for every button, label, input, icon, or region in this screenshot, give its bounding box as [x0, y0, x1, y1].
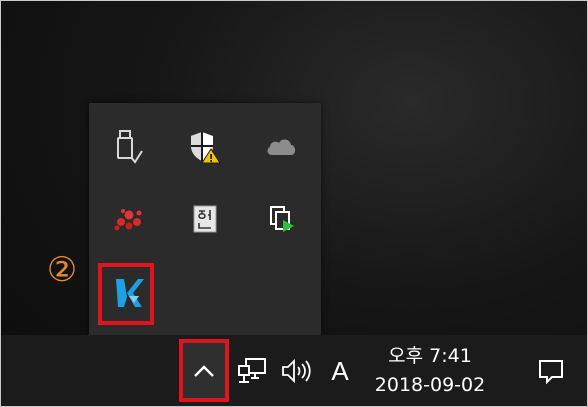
windows-security-warning-icon[interactable]: [175, 117, 235, 177]
korean-ime-icon[interactable]: [175, 189, 235, 249]
taskbar: A 오후 7:41 2018-09-02: [1, 335, 587, 406]
clock-time: 오후 7:41: [388, 345, 472, 367]
volume-icon[interactable]: [277, 349, 317, 393]
desktop-screenshot: ② A 오후 7:41 2018-09-02: [0, 0, 588, 407]
action-center-button[interactable]: [531, 349, 571, 393]
device-sync-icon[interactable]: [251, 189, 311, 249]
usb-safely-remove-icon[interactable]: [99, 117, 159, 177]
red-molecule-app-icon[interactable]: [99, 189, 159, 249]
onedrive-cloud-icon[interactable]: [251, 117, 311, 177]
network-icon[interactable]: [233, 349, 271, 393]
show-hidden-icons-button[interactable]: [179, 339, 229, 402]
notification-icon: [539, 360, 563, 385]
step-number-annotation: ②: [46, 250, 78, 290]
clock-date: 2018-09-02: [374, 374, 486, 396]
notification-overflow-flyout: [89, 103, 321, 335]
clock[interactable]: 오후 7:41 2018-09-02: [365, 339, 495, 403]
chevron-up-icon: [194, 364, 214, 377]
blue-k-app-icon[interactable]: [99, 263, 159, 323]
input-method-indicator[interactable]: A: [325, 343, 355, 399]
